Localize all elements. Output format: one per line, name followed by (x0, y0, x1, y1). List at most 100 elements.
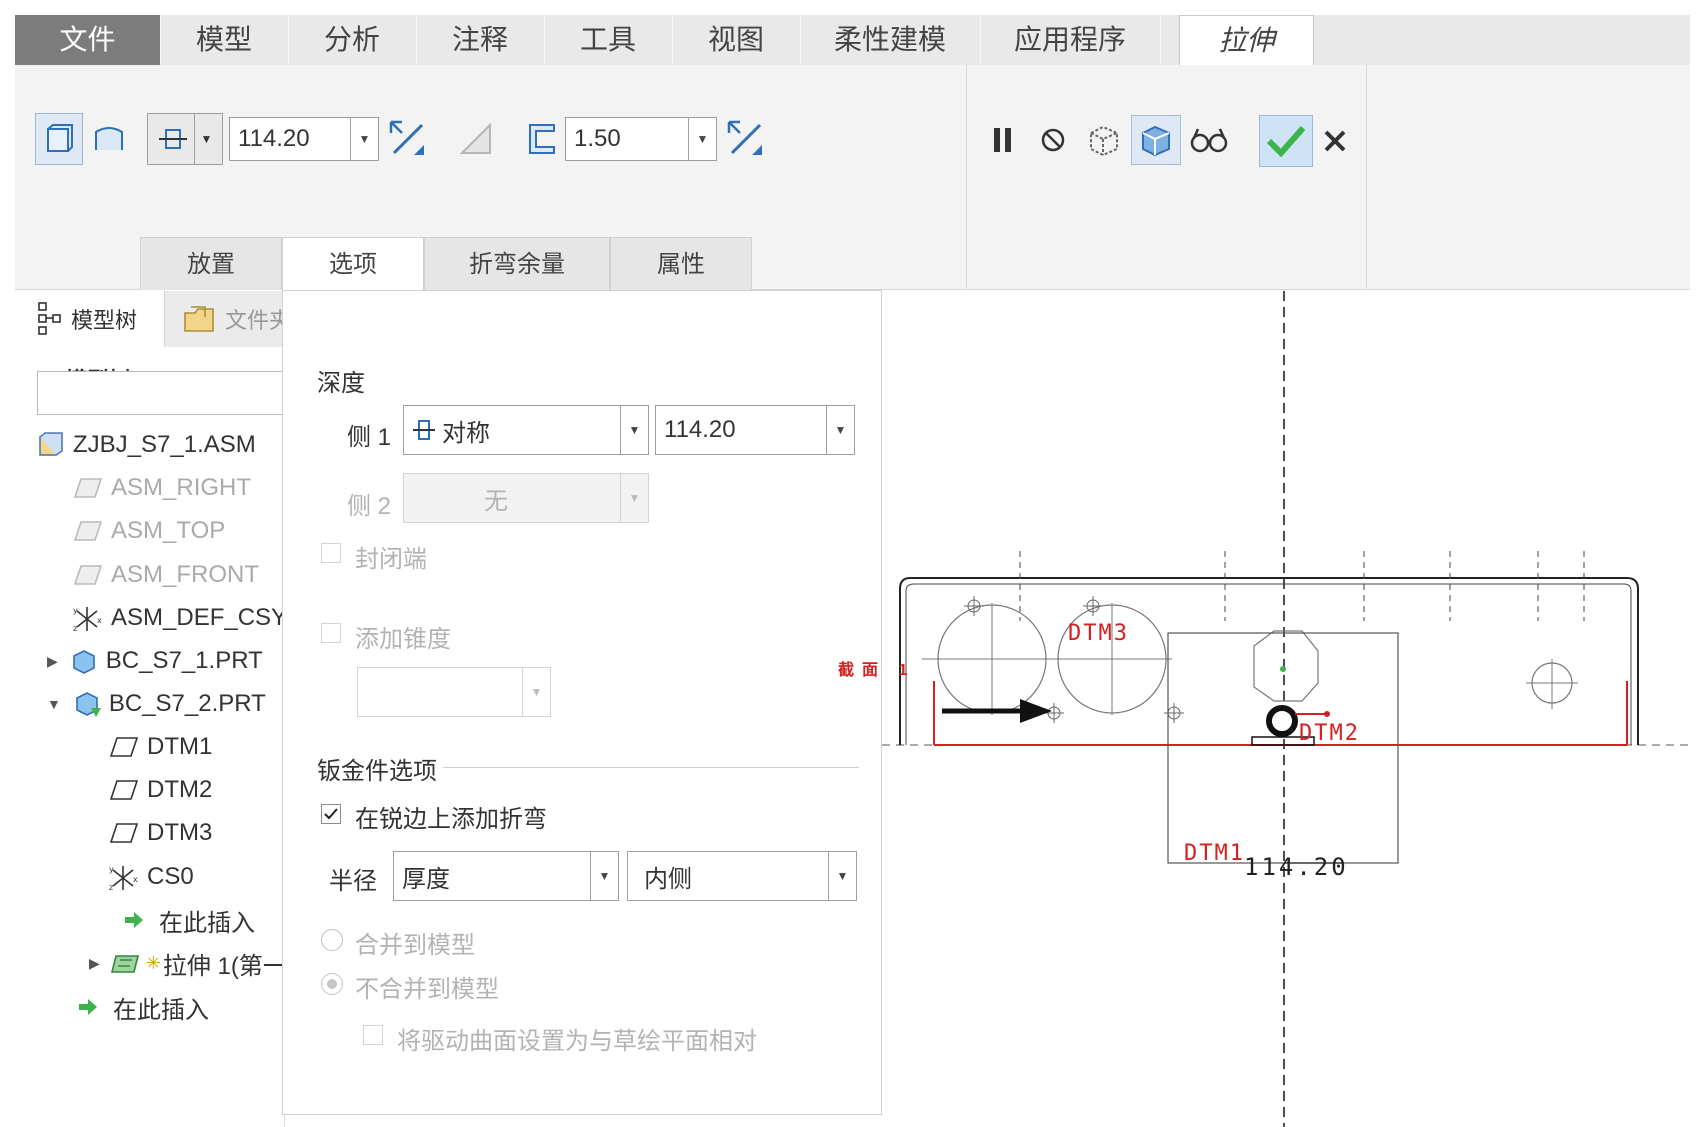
add-taper-checkbox[interactable] (321, 623, 341, 643)
datum-plane-icon (109, 780, 139, 800)
tree-item-datum-plane[interactable]: ASM_RIGHT (73, 468, 251, 508)
tab-view[interactable]: 视图 (672, 15, 801, 65)
tree-item-datum-plane[interactable]: DTM3 (109, 813, 212, 853)
capped-ends-checkbox[interactable] (321, 543, 341, 563)
glasses-preview-button[interactable] (1185, 117, 1233, 163)
side1-depth-value-combo[interactable]: 114.20 ▼ (655, 405, 855, 455)
subtab-properties[interactable]: 属性 (610, 237, 752, 290)
remove-material-button[interactable] (453, 115, 499, 163)
tree-item-insert-here[interactable]: 在此插入 (123, 900, 255, 940)
tree-item-label: ASM_FRONT (111, 561, 260, 588)
part-icon (72, 650, 95, 674)
subtab-bend-allowance[interactable]: 折弯余量 (424, 237, 610, 290)
tab-file[interactable]: 文件 (15, 15, 161, 65)
tab-folder-browser[interactable]: 文件夹 (165, 291, 285, 347)
csys-marker (1266, 705, 1298, 737)
tree-item-csys[interactable]: y x z ASM_DEF_CSYS (73, 598, 303, 638)
side1-depth-type-select[interactable]: 对称 ▼ (403, 405, 649, 455)
side2-label: 侧 2 (347, 493, 392, 520)
verify-preview-button[interactable] (1131, 115, 1181, 165)
tree-item-datum-plane[interactable]: DTM1 (109, 727, 212, 767)
ok-button[interactable] (1259, 115, 1313, 167)
no-preview-button[interactable] (1033, 117, 1073, 163)
taper-angle-combo[interactable]: ▼ (357, 667, 551, 717)
radius-side-select[interactable]: 内侧 ▼ (627, 851, 857, 901)
tree-item-assembly[interactable]: ZJBJ_S7_1.ASM (37, 425, 256, 465)
insert-arrow-icon (79, 999, 97, 1015)
tab-tools[interactable]: 工具 (544, 15, 673, 65)
active-part-icon (76, 692, 101, 717)
flip-thickness-direction-button[interactable] (723, 115, 769, 163)
tree-item-datum-plane[interactable]: ASM_TOP (73, 511, 225, 551)
thickness-value-combo[interactable]: 1.50 ▼ (565, 117, 717, 161)
side1-depth-type: 对称 (412, 406, 490, 454)
depth-type-button[interactable]: ▼ (147, 113, 223, 165)
subtab-options[interactable]: 选项 (282, 237, 424, 290)
close-icon (1324, 130, 1346, 152)
separate-preview-button[interactable] (1081, 117, 1127, 163)
tree-item-label: ASM_DEF_CSYS (111, 604, 304, 631)
new-feature-asterisk-icon: ✳ (145, 952, 161, 973)
side2-depth-type-select[interactable]: 无 ▼ (403, 473, 649, 523)
graphics-area[interactable]: DTM3 DTM2 DTM1 截面 1 114.20 (838, 291, 1690, 1127)
drive-surface-checkbox[interactable] (363, 1025, 383, 1045)
solid-button[interactable] (35, 113, 83, 165)
chevron-down-icon: ▼ (620, 406, 648, 454)
tab-model-tree-label: 模型树 (71, 308, 138, 333)
depth-value-combo[interactable]: 114.20 ▼ (229, 117, 379, 161)
collapse-arrow-icon[interactable]: ▼ (47, 696, 61, 712)
svg-text:x: x (97, 616, 102, 625)
tab-annotate[interactable]: 注释 (416, 15, 545, 65)
radius-select[interactable]: 厚度 ▼ (393, 851, 619, 901)
model-tree-icon (38, 302, 61, 335)
side1-depth-type-value: 对称 (442, 419, 490, 447)
radius-side-value: 内侧 (644, 865, 692, 893)
symmetric-depth-icon (158, 129, 187, 149)
sheetmetal-options-label: 钣金件选项 (317, 758, 437, 785)
surface-button[interactable] (87, 113, 131, 165)
separate-preview-icon (1090, 125, 1118, 157)
tree-item-datum-plane[interactable]: DTM2 (109, 770, 212, 810)
tab-flexible-modeling[interactable]: 柔性建模 (800, 15, 981, 65)
flip-depth-direction-button[interactable] (385, 115, 431, 163)
tab-model-tree[interactable]: 模型树 (15, 291, 165, 347)
thicken-sketch-button[interactable] (521, 115, 563, 163)
merge-to-model-label: 合并到模型 (355, 932, 475, 959)
checkmark-icon (1266, 126, 1306, 158)
coordinate-system-icon: y x z (73, 606, 102, 633)
tree-item-datum-plane[interactable]: ASM_FRONT (73, 555, 259, 595)
solid-icon (47, 124, 73, 152)
model-tree-search-input[interactable] (37, 371, 285, 415)
dimension-value[interactable]: 114.20 (1244, 853, 1349, 881)
tree-item-label: 拉伸 1(第一壁) (162, 952, 285, 980)
tree-item-part[interactable]: ▼ BC_S7_2.PRT (47, 684, 266, 724)
sketch-view[interactable] (882, 291, 1690, 1127)
no-merge-to-model-radio[interactable] (321, 973, 343, 995)
options-panel: 深度 侧 1 对称 ▼ 114.20 ▼ 侧 2 无 ▼ 封闭端 添加锥度 ▼ … (282, 290, 882, 1115)
thickness-value: 1.50 (574, 125, 621, 152)
tree-item-csys[interactable]: y x z CS0 (109, 857, 194, 897)
chevron-down-icon: ▼ (200, 132, 213, 146)
flip-direction-icon (727, 120, 762, 155)
section-label: 截面 1 (838, 662, 916, 679)
subtab-placement[interactable]: 放置 (140, 237, 282, 290)
expand-arrow-icon[interactable]: ▶ (47, 653, 58, 670)
pause-button[interactable] (985, 117, 1021, 163)
datum-plane-icon (109, 737, 139, 757)
merge-to-model-radio[interactable] (321, 929, 343, 951)
add-bends-checkbox[interactable] (321, 804, 341, 824)
tab-applications[interactable]: 应用程序 (980, 15, 1161, 65)
cancel-button[interactable] (1317, 119, 1353, 163)
assembly-icon (39, 432, 63, 456)
tree-item-part[interactable]: ▶ BC_S7_1.PRT (47, 641, 263, 681)
tab-analysis[interactable]: 分析 (288, 15, 417, 65)
chevron-down-icon: ▼ (350, 118, 378, 160)
flip-direction-icon (389, 120, 424, 155)
capped-ends-label: 封闭端 (355, 546, 427, 573)
tab-model[interactable]: 模型 (160, 15, 289, 65)
tree-item-label: CS0 (147, 863, 194, 890)
expand-arrow-icon[interactable]: ▶ (89, 955, 100, 972)
tree-item-insert-here[interactable]: 在此插入 (77, 987, 209, 1027)
tree-item-extrude-feature[interactable]: ▶ ✳ 拉伸 1(第一壁) (89, 943, 285, 983)
tab-extrude[interactable]: 拉伸 (1179, 15, 1314, 68)
